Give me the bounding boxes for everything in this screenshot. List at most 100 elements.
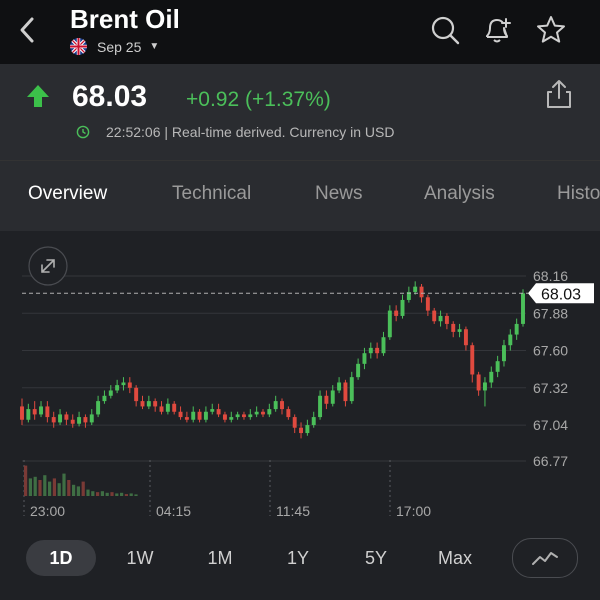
price-chart[interactable]: 68.16 67.88 67.60 67.32 67.04 66.77 23:00 04:15… — [0, 230, 600, 520]
quote-timestamp: 22:52:06 | Real-time derived. Currency i… — [106, 124, 395, 140]
y-tick-label: 67.60 — [533, 343, 568, 359]
candle-body — [241, 414, 246, 418]
chart-type-toggle[interactable] — [512, 538, 578, 578]
candle-body — [216, 409, 221, 415]
candle-body — [502, 345, 506, 362]
candle-body — [191, 411, 196, 420]
candle-body — [210, 409, 215, 412]
candle-body — [229, 417, 234, 420]
y-tick-label: 67.32 — [533, 380, 568, 396]
candle-body — [375, 347, 380, 354]
candle-body — [318, 395, 323, 418]
candle-body — [32, 409, 37, 415]
volume-bar — [52, 478, 56, 496]
candle-body — [102, 395, 107, 402]
volume-bar — [67, 480, 71, 496]
candle-body — [337, 382, 342, 391]
candle-body — [58, 414, 63, 423]
volume-bar — [76, 486, 80, 496]
candle-body — [387, 310, 392, 338]
range-5y-button[interactable]: 5Y — [346, 540, 406, 576]
y-tick-label: 67.88 — [533, 305, 568, 321]
candle-body — [343, 382, 348, 402]
contract-selector[interactable]: Sep 25 ▼ — [70, 38, 159, 55]
tab-technical[interactable]: Technical — [172, 183, 251, 205]
candle-body — [235, 414, 240, 418]
candle-body — [413, 286, 418, 292]
candle-body — [299, 427, 304, 434]
x-tick-label: 11:45 — [276, 503, 310, 519]
candle-body — [362, 353, 367, 364]
volume-bar — [100, 491, 104, 496]
expand-icon[interactable] — [28, 246, 68, 286]
bell-plus-icon[interactable] — [481, 14, 513, 46]
range-1y-button[interactable]: 1Y — [268, 540, 328, 576]
tab-news[interactable]: News — [315, 183, 363, 205]
x-tick-label: 23:00 — [30, 503, 65, 519]
candle-body — [292, 417, 297, 428]
share-icon[interactable] — [544, 78, 574, 110]
candle-body — [324, 395, 329, 404]
candle-body — [127, 382, 132, 388]
candle-body — [273, 401, 278, 410]
candle-body — [108, 390, 113, 396]
y-tick-label: 66.77 — [533, 453, 568, 469]
candle-body — [140, 401, 145, 407]
range-1w-button[interactable]: 1W — [110, 540, 170, 576]
volume-bar — [86, 489, 90, 496]
candle-body — [26, 409, 31, 420]
volume-bar — [105, 492, 109, 496]
volume-bar — [115, 493, 119, 496]
star-icon[interactable] — [535, 14, 567, 46]
candle-body — [489, 371, 494, 383]
candle-body — [311, 417, 316, 426]
volume-bar — [96, 492, 100, 496]
candle-body — [77, 417, 82, 424]
candle-body — [280, 401, 284, 410]
candle-body — [20, 406, 24, 420]
candle-body — [400, 299, 405, 316]
uk-flag-icon — [70, 38, 87, 55]
instrument-title: Brent Oil — [70, 4, 180, 34]
y-tick-label: 67.04 — [533, 417, 568, 433]
tab-analysis[interactable]: Analysis — [424, 183, 495, 205]
volume-bar — [43, 475, 47, 496]
candle-body — [121, 382, 126, 386]
volume-bar — [57, 483, 61, 496]
candle-body — [146, 401, 151, 407]
range-1d-button[interactable]: 1D — [26, 540, 96, 576]
x-tick-label: 04:15 — [156, 503, 191, 519]
candle-body — [222, 414, 227, 420]
candle-body — [457, 329, 462, 332]
candle-body — [134, 387, 139, 402]
candle-body — [476, 374, 481, 391]
volume-bar — [24, 465, 28, 496]
y-tick-label: 68.16 — [533, 268, 568, 284]
candle-body — [425, 297, 430, 311]
candle-body — [159, 406, 164, 412]
candle-body — [508, 334, 513, 346]
range-1m-button[interactable]: 1M — [190, 540, 250, 576]
candle-body — [248, 414, 253, 418]
candle-body — [305, 425, 310, 434]
volume-bar — [134, 494, 138, 496]
quote-panel: 68.03 +0.92 (+1.37%) 22:52:06 | Real-tim… — [0, 64, 600, 160]
candle-body — [115, 385, 120, 391]
candle-body — [64, 414, 69, 420]
tab-overview[interactable]: Overview — [28, 183, 107, 205]
chevron-down-icon: ▼ — [149, 41, 160, 52]
candle-body — [482, 382, 487, 391]
search-icon[interactable] — [429, 14, 461, 46]
candle-body — [419, 286, 424, 298]
range-max-button[interactable]: Max — [425, 540, 485, 576]
candle-body — [286, 409, 291, 418]
candle-body — [172, 403, 177, 412]
x-tick-label: 17:00 — [396, 503, 431, 519]
volume-bar — [129, 493, 133, 496]
candle-body — [165, 403, 170, 412]
candle-body — [381, 337, 386, 354]
tab-historical[interactable]: Histo — [557, 183, 600, 205]
back-chevron-icon[interactable] — [14, 14, 42, 46]
candle-body — [356, 363, 361, 378]
volume-bar — [110, 492, 114, 496]
